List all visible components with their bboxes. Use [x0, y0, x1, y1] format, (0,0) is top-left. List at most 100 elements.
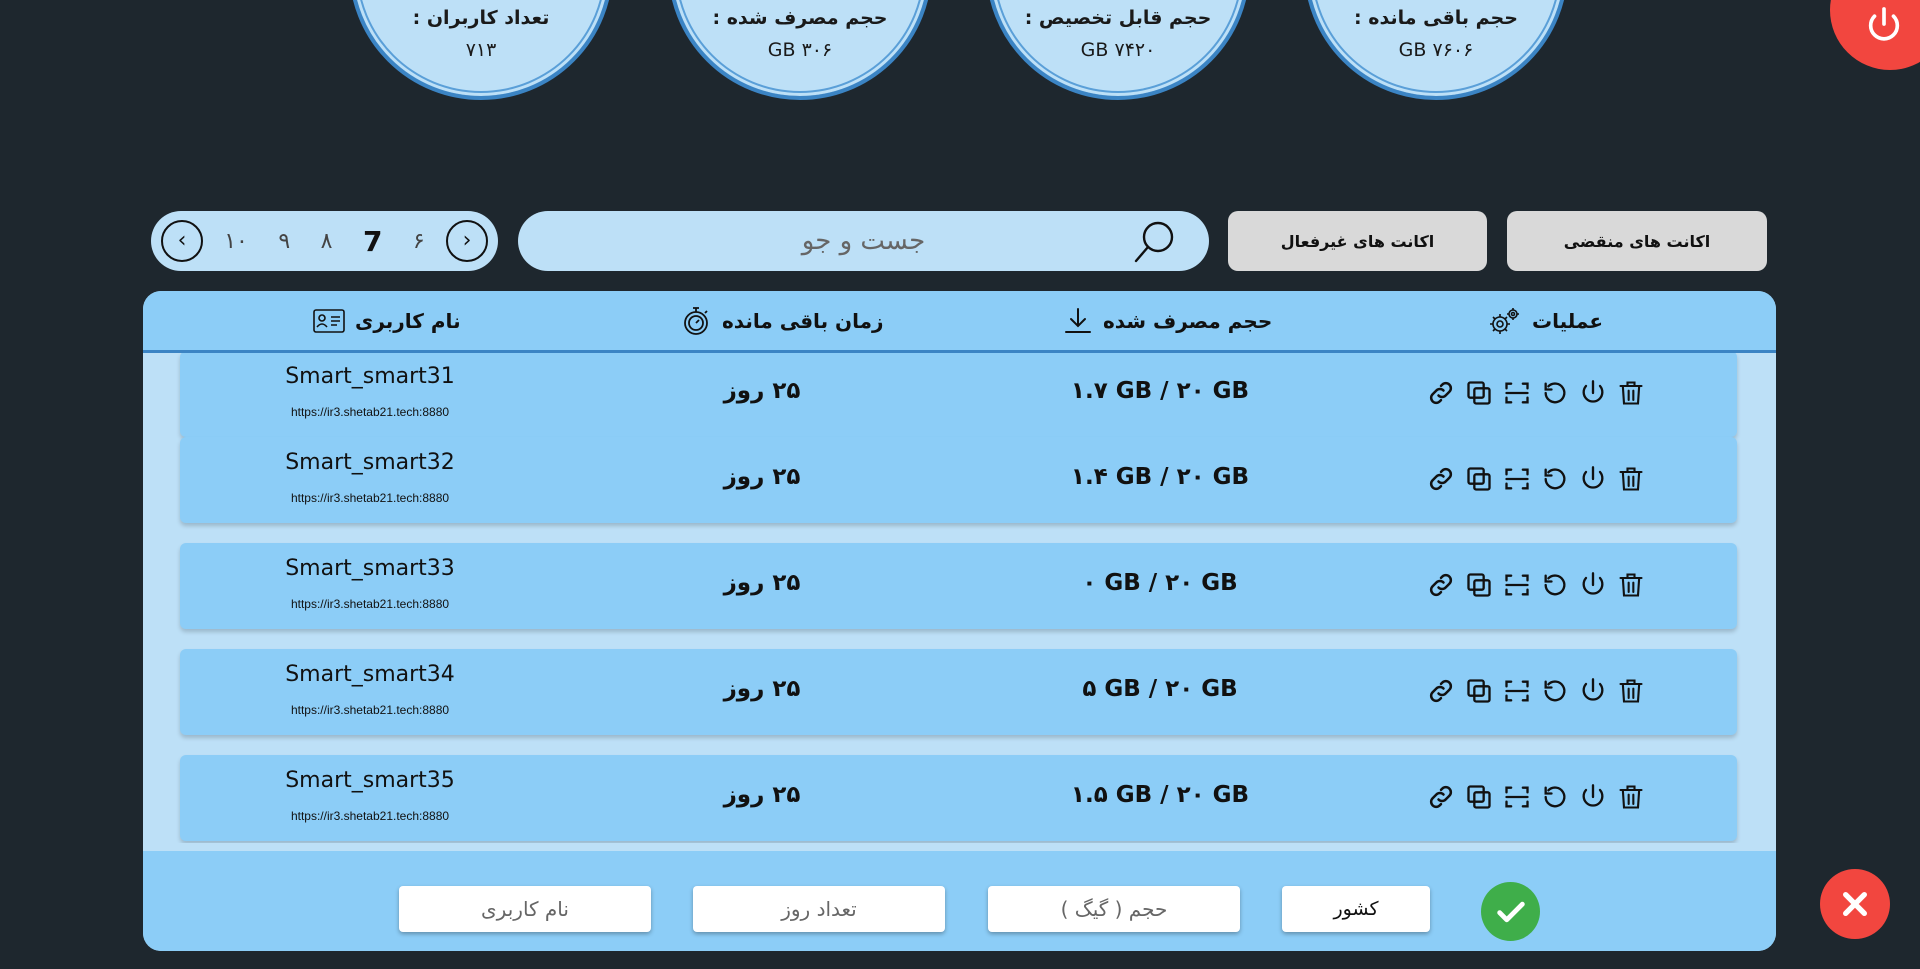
search-icon[interactable]: [1131, 217, 1179, 269]
pager-next-button[interactable]: ›: [446, 220, 488, 262]
checkmark-icon: [1496, 901, 1525, 922]
row-url: https://ir3.shetab21.tech:8880: [290, 809, 450, 823]
close-icon: [1843, 892, 1867, 916]
row-url: https://ir3.shetab21.tech:8880: [290, 597, 450, 611]
accounts-panel: نام کاربری زمان باقی مانده حجم مصرف شده …: [143, 291, 1776, 951]
chevron-right-icon: ›: [462, 228, 472, 253]
expired-accounts-button[interactable]: اکانت های منقضی: [1507, 211, 1767, 271]
power-icon: [1868, 7, 1900, 41]
page-number[interactable]: ۸: [321, 229, 333, 254]
pagination: ‹ ۱۰ ۹ ۸ 7 ۶ ›: [151, 211, 498, 271]
power-icon[interactable]: [1577, 777, 1609, 817]
trash-icon[interactable]: [1615, 777, 1647, 817]
stopwatch-icon: [684, 306, 708, 335]
header-username: نام کاربری: [313, 291, 461, 350]
row-remaining-time: ۲۵ روز: [723, 570, 801, 596]
copy-icon[interactable]: [1463, 565, 1495, 605]
reset-icon[interactable]: [1539, 671, 1571, 711]
stat-allocatable-label: حجم قابل تخصیص :: [1024, 7, 1212, 29]
row-remaining-time: ۲۵ روز: [723, 676, 801, 702]
header-remaining-time: زمان باقی مانده: [680, 291, 884, 350]
reset-icon[interactable]: [1539, 565, 1571, 605]
link-icon[interactable]: [1425, 671, 1457, 711]
trash-icon[interactable]: [1615, 565, 1647, 605]
days-input[interactable]: [693, 886, 945, 932]
reset-icon[interactable]: [1539, 777, 1571, 817]
copy-icon[interactable]: [1463, 459, 1495, 499]
logout-button[interactable]: [1830, 0, 1920, 70]
link-icon[interactable]: [1425, 373, 1457, 413]
stat-allocatable-volume: حجم قابل تخصیص : ۷۴۲۰ GB: [986, 0, 1250, 100]
close-button[interactable]: [1820, 869, 1890, 939]
confirm-button[interactable]: [1481, 882, 1540, 941]
row-remaining-time: ۲۵ روز: [723, 378, 801, 404]
copy-icon[interactable]: [1463, 373, 1495, 413]
row-username: Smart_smart32: [285, 450, 455, 475]
copy-icon[interactable]: [1463, 671, 1495, 711]
reset-icon[interactable]: [1539, 459, 1571, 499]
row-url: https://ir3.shetab21.tech:8880: [290, 405, 450, 419]
row-operations: [1425, 565, 1647, 605]
row-username: Smart_smart31: [285, 364, 455, 389]
create-account-form: [143, 851, 1776, 951]
stat-used-label: حجم مصرف شده :: [712, 7, 888, 29]
stat-used-volume: حجم مصرف شده : ۳۰۶ GB: [668, 0, 932, 100]
qr-scan-icon[interactable]: [1501, 373, 1533, 413]
qr-scan-icon[interactable]: [1501, 777, 1533, 817]
power-icon[interactable]: [1577, 459, 1609, 499]
row-operations: [1425, 671, 1647, 711]
page-number[interactable]: ۱۰: [224, 229, 248, 254]
page-number-active[interactable]: 7: [363, 225, 382, 258]
country-select[interactable]: [1282, 886, 1430, 932]
page-number[interactable]: ۶: [413, 229, 425, 254]
search-bar: [518, 211, 1209, 271]
username-input[interactable]: [399, 886, 651, 932]
header-used-volume-label: حجم مصرف شده: [1103, 308, 1273, 333]
gears-icon: [1490, 307, 1519, 334]
row-url: https://ir3.shetab21.tech:8880: [290, 491, 450, 505]
qr-scan-icon[interactable]: [1501, 565, 1533, 605]
inactive-accounts-button[interactable]: اکانت های غیرفعال: [1228, 211, 1487, 271]
stat-allocatable-value: ۷۴۲۰ GB: [1080, 39, 1156, 61]
row-remaining-time: ۲۵ روز: [723, 464, 801, 490]
table-row: Smart_smart35 https://ir3.shetab21.tech:…: [180, 755, 1737, 841]
link-icon[interactable]: [1425, 459, 1457, 499]
pager-prev-button[interactable]: ‹: [161, 220, 203, 262]
copy-icon[interactable]: [1463, 777, 1495, 817]
header-operations-label: عملیات: [1532, 308, 1604, 333]
row-username: Smart_smart34: [285, 662, 455, 687]
link-icon[interactable]: [1425, 777, 1457, 817]
table-row: Smart_smart34 https://ir3.shetab21.tech:…: [180, 649, 1737, 735]
row-operations: [1425, 373, 1647, 413]
page-numbers: ۱۰ ۹ ۸ 7 ۶: [203, 225, 446, 258]
id-card-icon: [313, 308, 345, 333]
reset-icon[interactable]: [1539, 373, 1571, 413]
power-icon[interactable]: [1577, 373, 1609, 413]
trash-icon[interactable]: [1615, 459, 1647, 499]
row-url: https://ir3.shetab21.tech:8880: [290, 703, 450, 717]
qr-scan-icon[interactable]: [1501, 671, 1533, 711]
row-used-volume: ۵ GB / ۲۰ GB: [1082, 676, 1238, 702]
stat-remaining-volume: حجم باقی مانده : ۷۶۰۶ GB: [1304, 0, 1568, 100]
table-row: Smart_smart32 https://ir3.shetab21.tech:…: [180, 437, 1737, 523]
table-row: Smart_smart31 https://ir3.shetab21.tech:…: [180, 353, 1737, 437]
row-username: Smart_smart35: [285, 768, 455, 793]
qr-scan-icon[interactable]: [1501, 459, 1533, 499]
chevron-left-icon: ‹: [177, 228, 187, 253]
row-remaining-time: ۲۵ روز: [723, 782, 801, 808]
volume-gb-input[interactable]: [988, 886, 1240, 932]
search-input[interactable]: [518, 211, 1209, 271]
trash-icon[interactable]: [1615, 671, 1647, 711]
page-number[interactable]: ۹: [278, 229, 290, 254]
row-used-volume: ۱.۴ GB / ۲۰ GB: [1070, 464, 1250, 490]
power-icon[interactable]: [1577, 671, 1609, 711]
link-icon[interactable]: [1425, 565, 1457, 605]
stat-remaining-value: ۷۶۰۶ GB: [1398, 39, 1474, 61]
download-icon: [1065, 307, 1091, 333]
row-used-volume: ۱.۷ GB / ۲۰ GB: [1070, 378, 1250, 404]
header-used-volume: حجم مصرف شده: [1063, 291, 1272, 350]
header-username-label: نام کاربری: [355, 308, 461, 333]
trash-icon[interactable]: [1615, 373, 1647, 413]
power-icon[interactable]: [1577, 565, 1609, 605]
table-header: نام کاربری زمان باقی مانده حجم مصرف شده …: [143, 291, 1776, 353]
